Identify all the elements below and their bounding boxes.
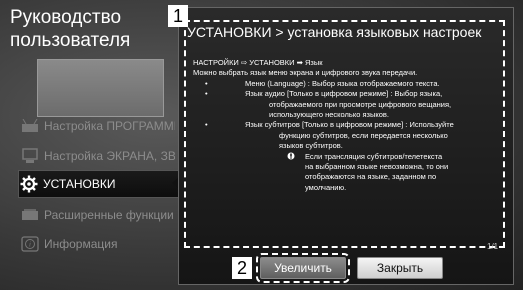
menu-item-label: Информация (44, 237, 118, 251)
list-item-continuation: использующего несколько языков. (269, 110, 389, 120)
menu-item-extended-functions[interactable]: Расширенные функции (20, 202, 175, 228)
breadcrumb: НАСТРОЙКИ ⇨ УСТАНОВКИ ➡ Язык (193, 58, 323, 67)
close-button[interactable]: Закрыть (357, 257, 443, 279)
menu-item-label: УСТАНОВКИ (43, 177, 116, 191)
menu-item-settings[interactable]: УСТАНОВКИ (18, 170, 182, 198)
menu-item-program-setup[interactable]: Настройка ПРОГРАММЫ (20, 113, 175, 139)
list-item-continuation: функцию субтитров, если передается неско… (279, 130, 448, 140)
callout-badge-2: 2 (232, 257, 252, 279)
preview-thumbnail (37, 59, 164, 117)
menu-item-label: Настройка ЭКРАНА, ЗВУКА (44, 149, 175, 163)
svg-text:i: i (29, 241, 31, 249)
note-icon (287, 152, 295, 160)
note: Если трансляция субтитров/телетекста (193, 152, 493, 162)
list-item: Язык аудио [Только в цифровом режиме] : … (193, 89, 493, 100)
menu-item-picture-sound[interactable]: Настройка ЭКРАНА, ЗВУКА (20, 143, 175, 169)
extended-functions-icon (20, 207, 40, 223)
help-text: НАСТРОЙКИ ⇨ УСТАНОВКИ ➡ Язык Можно выбра… (193, 58, 493, 193)
info-icon: i (20, 236, 40, 252)
monitor-speaker-icon (20, 148, 40, 164)
manual-title: Руководство пользователя (10, 6, 175, 52)
intro-text: Можно выбрать язык меню экрана и цифрово… (193, 68, 418, 78)
menu-item-label: Настройка ПРОГРАММЫ (44, 119, 175, 133)
note-text: на выбранном языке невозможна, то они (305, 162, 449, 172)
note-text: умолчанию. (305, 182, 347, 192)
list-item: Меню (Language) : Выбор языка отображаем… (193, 79, 493, 90)
list-item-continuation: языков субтитров. (279, 141, 343, 151)
page-indicator: 1/1 (487, 242, 499, 251)
manual-title-line-2: пользователя (10, 30, 131, 51)
menu-item-label: Расширенные функции (44, 208, 174, 222)
list-item-continuation: отображаемого при просмотре цифрового ве… (269, 99, 452, 109)
note-text: отображаются на языке, заданном по (305, 172, 437, 182)
menu-item-information[interactable]: i Информация (20, 231, 175, 257)
gear-icon (19, 175, 39, 193)
zoom-button[interactable]: Увеличить (256, 253, 350, 283)
manual-title-line-1: Руководство (10, 7, 122, 28)
antenna-icon (20, 118, 40, 134)
callout-badge-1: 1 (168, 5, 188, 27)
list-item: Язык субтитров [Только в цифровом режиме… (193, 120, 493, 131)
note-text: Если трансляция субтитров/телетекста (305, 151, 443, 161)
